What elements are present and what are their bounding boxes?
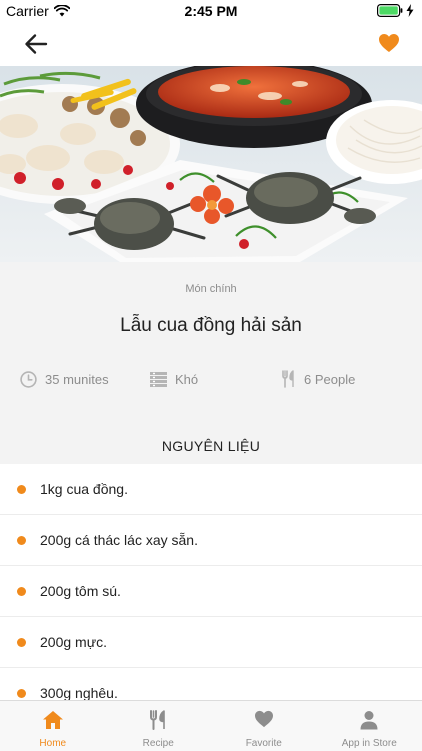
status-bar: Carrier 2:45 PM (0, 0, 422, 22)
tab-home-label: Home (0, 738, 106, 749)
ingredients-list: 1kg cua đồng. 200g cá thác lác xay sẵn. … (0, 464, 422, 700)
tab-favorite-label: Favorite (211, 738, 317, 749)
battery-icon (377, 4, 403, 17)
navigation-bar (0, 22, 422, 66)
tab-home[interactable]: Home (0, 701, 106, 751)
cook-time-label: 35 munites (45, 372, 109, 387)
heart-icon (254, 710, 274, 728)
bullet-dot (17, 689, 26, 698)
list-item: 200g cá thác lác xay sẵn. (0, 515, 422, 566)
bullet-dot (17, 485, 26, 494)
battery-indicator (377, 4, 414, 17)
tab-favorite[interactable]: Favorite (211, 701, 317, 751)
recipe-photo (0, 66, 422, 262)
arrow-left-icon (22, 32, 50, 56)
status-time: 2:45 PM (0, 3, 422, 19)
back-button[interactable] (22, 32, 50, 56)
recipe-info: Món chính Lẫu cua đồng hải sản 35 munite… (0, 262, 422, 464)
heart-icon (378, 33, 400, 53)
list-item: 1kg cua đồng. (0, 464, 422, 515)
hot-pot-crab-image (0, 66, 422, 262)
tab-bar: Home Recipe Favorite App in Store (0, 700, 422, 751)
cook-time: 35 munites (20, 369, 109, 389)
bullet-dot (17, 536, 26, 545)
difficulty: Khó (150, 369, 198, 389)
list-item: 300g nghêu. (0, 668, 422, 700)
charging-bolt-icon (406, 4, 414, 17)
recipe-title: Lẫu cua đồng hải sản (0, 315, 422, 337)
list-item: 200g mực. (0, 617, 422, 668)
recipe-category: Món chính (0, 283, 422, 295)
home-icon (42, 710, 64, 730)
ingredient-label: 200g cá thác lác xay sẵn. (40, 532, 198, 548)
ingredient-label: 1kg cua đồng. (40, 481, 128, 497)
ingredient-label: 200g mực. (40, 634, 107, 650)
difficulty-label: Khó (175, 372, 198, 387)
ingredient-label: 200g tôm sú. (40, 583, 121, 599)
fork-knife-icon (282, 370, 296, 388)
ingredient-label: 300g nghêu. (40, 685, 118, 700)
servings: 6 People (282, 369, 355, 389)
tab-recipe-label: Recipe (106, 738, 212, 749)
bullet-dot (17, 638, 26, 647)
clock-icon (20, 371, 37, 388)
tab-app-store[interactable]: App in Store (317, 701, 422, 751)
servings-label: 6 People (304, 372, 355, 387)
list-item: 200g tôm sú. (0, 566, 422, 617)
tab-app-store-label: App in Store (317, 738, 422, 749)
favorite-button[interactable] (378, 33, 400, 55)
fork-knife-icon (149, 710, 167, 730)
ingredients-heading: NGUYÊN LIỆU (0, 438, 422, 454)
difficulty-icon (150, 372, 167, 387)
tab-recipe[interactable]: Recipe (106, 701, 212, 751)
bullet-dot (17, 587, 26, 596)
person-icon (359, 710, 379, 730)
